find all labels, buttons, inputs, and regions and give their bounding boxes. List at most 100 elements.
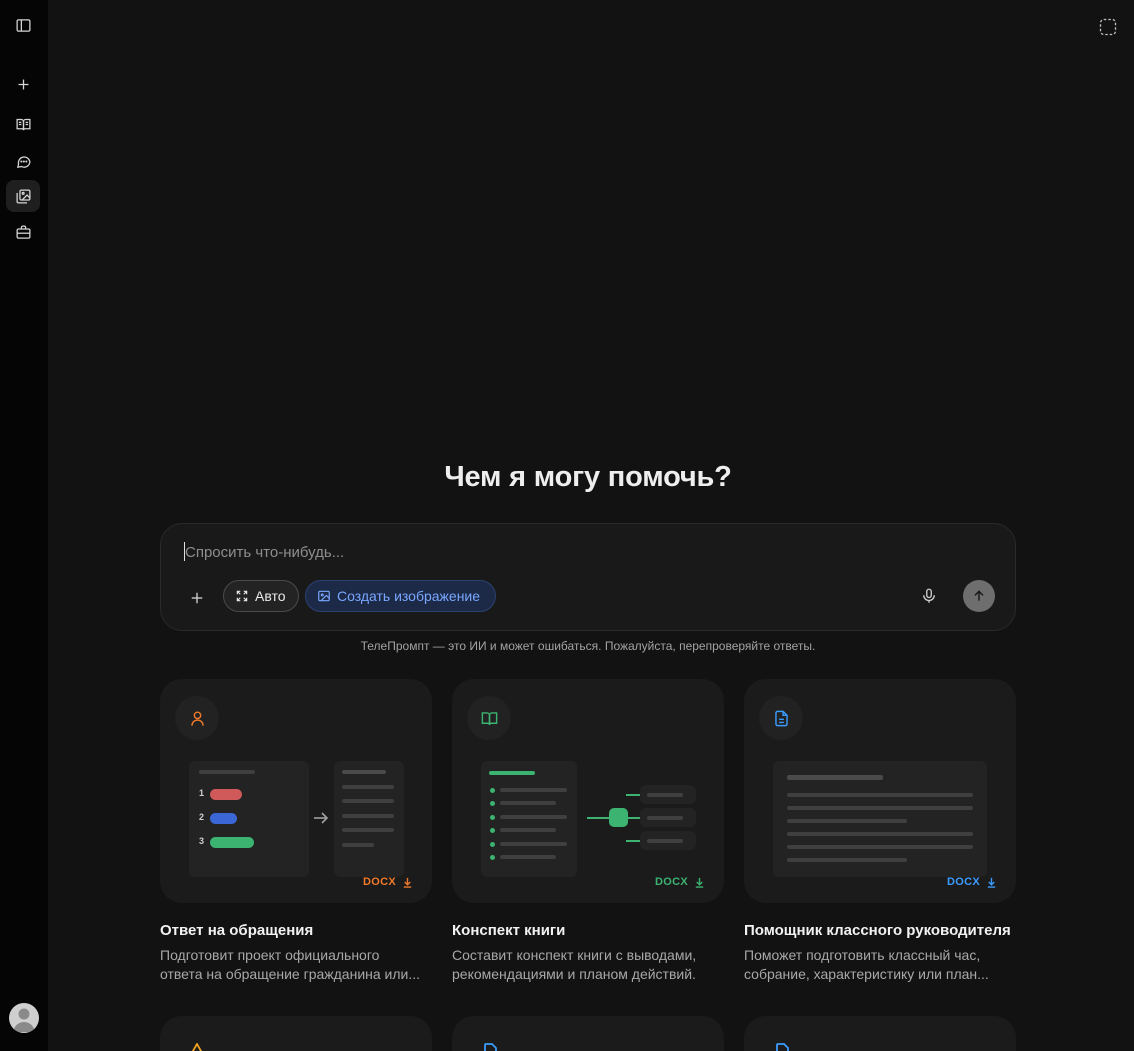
dashed-square-icon <box>1099 18 1117 36</box>
download-icon <box>987 877 996 888</box>
plus-icon <box>18 79 28 89</box>
document-icon <box>776 1043 789 1051</box>
document-icon <box>484 1043 497 1051</box>
form-panel <box>189 761 309 877</box>
chat-bubble-icon <box>16 155 31 168</box>
card-desc-line: Поможет подготовить классный час, <box>744 947 981 963</box>
document-icon <box>774 710 788 726</box>
new-chat-button[interactable] <box>6 68 40 100</box>
card-description: Поможет подготовить классный час, собран… <box>744 946 1016 984</box>
expand-icon <box>236 590 248 602</box>
auto-mode-label: Авто <box>255 588 286 604</box>
card-icon-wrap <box>467 696 511 740</box>
placeholder-line <box>500 815 567 819</box>
list-number: 2 <box>199 812 205 822</box>
placeholder-line <box>500 842 567 846</box>
chats-button[interactable] <box>6 145 40 177</box>
user-avatar-icon <box>13 1008 35 1032</box>
placeholder-line <box>500 801 556 805</box>
book-open-icon <box>15 118 31 130</box>
placeholder-line <box>787 845 973 849</box>
placeholder-line <box>500 828 556 832</box>
card-title[interactable]: Ответ на обращения <box>160 922 313 939</box>
card-desc-line: рекомендациями и планом действий. <box>452 966 696 982</box>
card-desc-line: Подготовит проект официального <box>160 947 380 963</box>
accent-line <box>489 771 535 775</box>
card-partial[interactable] <box>744 1016 1016 1051</box>
placeholder-line <box>787 775 883 780</box>
bullet <box>490 815 495 820</box>
create-image-label: Создать изображение <box>337 588 481 604</box>
plus-icon <box>191 592 203 604</box>
toggle-sidebar-button[interactable] <box>6 9 40 41</box>
warning-icon <box>191 1043 203 1051</box>
list-number: 3 <box>199 836 205 846</box>
docx-badge: DOCX <box>947 876 997 888</box>
connector-line <box>587 817 609 819</box>
placeholder-line <box>647 816 683 820</box>
download-icon <box>695 877 704 888</box>
book-open-icon <box>481 711 497 725</box>
card-desc-line: собрание, характеристику или план... <box>744 966 989 982</box>
blue-pill <box>210 813 237 824</box>
card-desc-line: ответа на обращение гражданина или... <box>160 966 421 982</box>
card-book-summary[interactable]: DOCX <box>452 679 724 903</box>
library-button[interactable] <box>6 108 40 140</box>
card-partial[interactable] <box>160 1016 432 1051</box>
placeholder-line <box>787 832 973 836</box>
placeholder-line <box>500 788 567 792</box>
work-button[interactable] <box>6 216 40 248</box>
send-button[interactable] <box>963 580 995 612</box>
images-icon <box>15 188 31 204</box>
docx-label: DOCX <box>947 876 980 888</box>
composer: Авто Создать изображение <box>160 523 1016 631</box>
sidebar <box>0 0 48 1051</box>
bullet <box>490 828 495 833</box>
card-icon-wrap <box>759 696 803 740</box>
docx-badge: DOCX <box>655 876 705 888</box>
placeholder-line <box>787 793 973 797</box>
placeholder-line <box>342 843 374 847</box>
microphone-button[interactable] <box>917 584 941 608</box>
images-button[interactable] <box>6 180 40 212</box>
attach-button[interactable] <box>183 584 211 612</box>
card-partial[interactable] <box>452 1016 724 1051</box>
screen-capture-button[interactable] <box>1096 15 1120 39</box>
placeholder-line <box>787 858 907 862</box>
list-number: 1 <box>199 788 205 798</box>
notes-panel <box>481 761 577 877</box>
placeholder-line <box>342 785 394 789</box>
auto-mode-button[interactable]: Авто <box>223 580 299 612</box>
card-icon-wrap <box>175 696 219 740</box>
red-pill <box>210 789 242 800</box>
placeholder-line <box>787 819 907 823</box>
mind-map-node <box>609 808 628 827</box>
download-icon <box>403 877 412 888</box>
docx-badge: DOCX <box>363 876 413 888</box>
avatar[interactable] <box>9 1003 39 1033</box>
placeholder-line <box>342 814 394 818</box>
user-icon <box>190 710 204 726</box>
text-cursor <box>184 542 185 561</box>
card-title[interactable]: Помощник классного руководителя <box>744 922 1011 939</box>
create-image-button[interactable]: Создать изображение <box>305 580 496 612</box>
card-desc-line: Составит конспект книги с выводами, <box>452 947 697 963</box>
placeholder-line <box>647 839 683 843</box>
card-title[interactable]: Конспект книги <box>452 922 565 939</box>
bullet <box>490 842 495 847</box>
image-icon <box>318 590 330 602</box>
prompt-input[interactable] <box>185 541 865 563</box>
connector-line <box>628 817 640 819</box>
card-description: Составит конспект книги с выводами, реко… <box>452 946 724 984</box>
card-description: Подготовит проект официального ответа на… <box>160 946 432 984</box>
placeholder-line <box>787 806 973 810</box>
card-appeals-response[interactable]: 1 2 3 DOCX <box>160 679 432 903</box>
card-class-teacher-assistant[interactable]: DOCX <box>744 679 1016 903</box>
placeholder-line <box>500 855 556 859</box>
connector-line <box>626 840 640 842</box>
bullet <box>490 855 495 860</box>
briefcase-icon <box>15 224 31 239</box>
docx-label: DOCX <box>655 876 688 888</box>
placeholder-line <box>342 828 394 832</box>
placeholder-line <box>342 770 386 774</box>
